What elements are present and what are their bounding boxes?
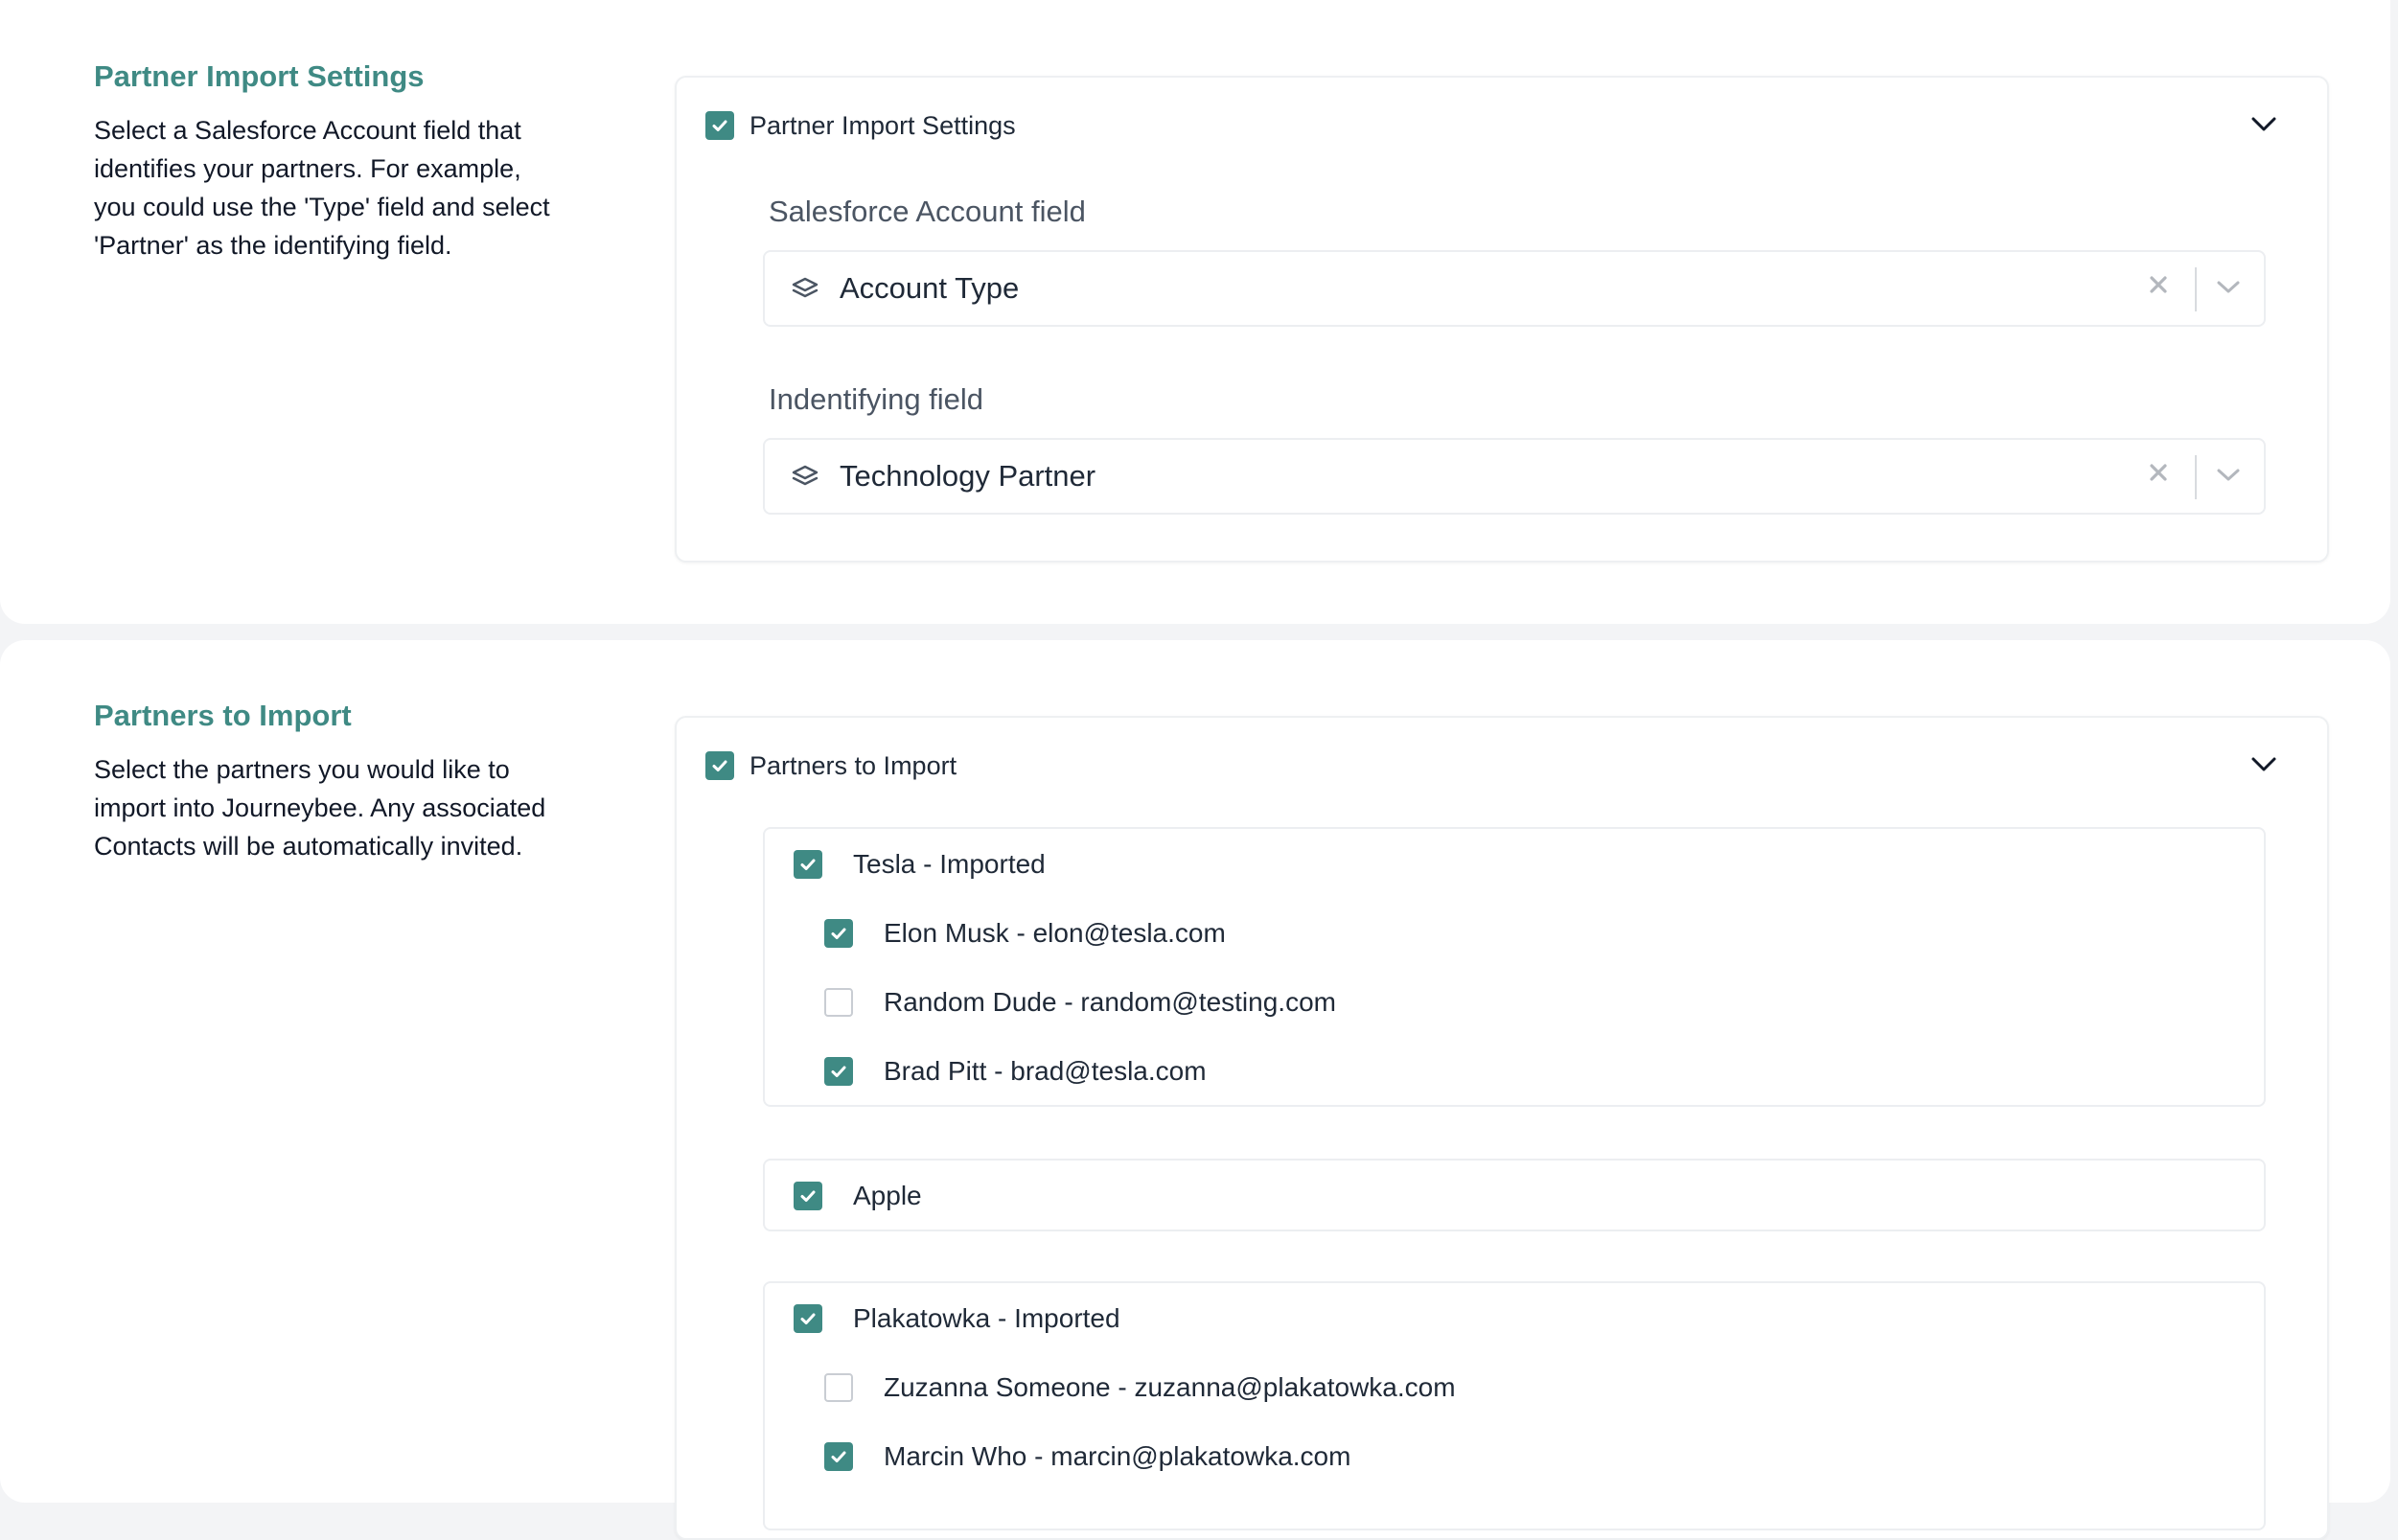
partner-group-apple: Apple [763,1159,2266,1231]
check-icon [831,1066,846,1077]
check-icon [712,120,727,131]
contact-label: Elon Musk - elon@tesla.com [884,918,1226,948]
partner-row[interactable]: Plakatowka - Imported [794,1302,1120,1335]
checkbox-checked[interactable] [705,751,734,780]
contact-row[interactable]: Zuzanna Someone - zuzanna@plakatowka.com [824,1371,1456,1404]
check-icon [831,1451,846,1462]
identifying-field-select[interactable]: Technology Partner [763,438,2266,515]
checkbox-unchecked[interactable] [824,1373,853,1402]
panel-toggle-label: Partners to Import [749,750,957,780]
select-value: Technology Partner [840,459,1096,493]
contact-label: Brad Pitt - brad@tesla.com [884,1056,1207,1086]
checkbox-checked[interactable] [705,111,734,140]
section-title: Partners to Import [94,699,352,732]
partner-import-settings-card: Partner Import Settings Select a Salesfo… [0,0,2390,624]
contact-label: Random Dude - random@testing.com [884,987,1336,1017]
contact-row[interactable]: Random Dude - random@testing.com [824,986,1336,1019]
chevron-down-icon[interactable] [2216,467,2241,489]
salesforce-account-field-label: Salesforce Account field [769,195,1086,228]
collapse-chevron-icon[interactable] [2250,116,2277,138]
salesforce-account-field-select[interactable]: Account Type [763,250,2266,327]
contact-label: Zuzanna Someone - zuzanna@plakatowka.com [884,1372,1456,1402]
select-divider [2195,267,2197,311]
check-icon [800,859,816,870]
check-icon [800,1313,816,1324]
partner-group-tesla: Tesla - Imported Elon Musk - elon@tesla.… [763,827,2266,1107]
check-icon [800,1190,816,1202]
partner-name: Tesla - Imported [853,849,1046,879]
checkbox-unchecked[interactable] [824,988,853,1017]
collapse-chevron-icon[interactable] [2250,756,2277,778]
checkbox-checked[interactable] [824,919,853,948]
contact-row[interactable]: Marcin Who - marcin@plakatowka.com [824,1440,1350,1473]
panel-toggle-label: Partner Import Settings [749,110,1016,140]
partner-import-settings-info: Partner Import Settings Select a Salesfo… [94,57,554,264]
partner-group-plakatowka: Plakatowka - Imported Zuzanna Someone - … [763,1281,2266,1530]
partner-name: Apple [853,1181,922,1210]
check-icon [712,760,727,771]
checkbox-checked[interactable] [794,850,822,879]
partners-to-import-card: Partners to Import Select the partners y… [0,640,2390,1540]
partner-row[interactable]: Tesla - Imported [794,848,1046,881]
checkbox-checked[interactable] [824,1442,853,1471]
panel-toggle[interactable]: Partner Import Settings [705,108,1016,143]
clear-icon[interactable] [2147,273,2170,301]
check-icon [831,928,846,939]
select-value: Account Type [840,271,1020,305]
contact-row[interactable]: Elon Musk - elon@tesla.com [824,917,1226,950]
checkbox-checked[interactable] [824,1057,853,1086]
partner-import-settings-panel: Partner Import Settings Salesforce Accou… [675,76,2329,563]
layers-icon [788,464,822,489]
section-description: Select a Salesforce Account field that i… [94,116,550,260]
layers-icon [788,276,822,301]
partners-to-import-panel: Partners to Import Tesla - Imported Elon… [675,716,2329,1540]
chevron-down-icon[interactable] [2216,279,2241,301]
panel-toggle[interactable]: Partners to Import [705,748,957,783]
section-title: Partner Import Settings [94,59,425,93]
contact-label: Marcin Who - marcin@plakatowka.com [884,1441,1351,1471]
select-divider [2195,455,2197,499]
identifying-field-label: Indentifying field [769,382,984,416]
clear-icon[interactable] [2147,461,2170,489]
partner-row[interactable]: Apple [794,1180,922,1212]
section-description: Select the partners you would like to im… [94,755,546,861]
partner-name: Plakatowka - Imported [853,1303,1120,1333]
contact-row[interactable]: Brad Pitt - brad@tesla.com [824,1055,1207,1088]
checkbox-checked[interactable] [794,1304,822,1333]
checkbox-checked[interactable] [794,1182,822,1210]
partners-to-import-info: Partners to Import Select the partners y… [94,697,554,865]
